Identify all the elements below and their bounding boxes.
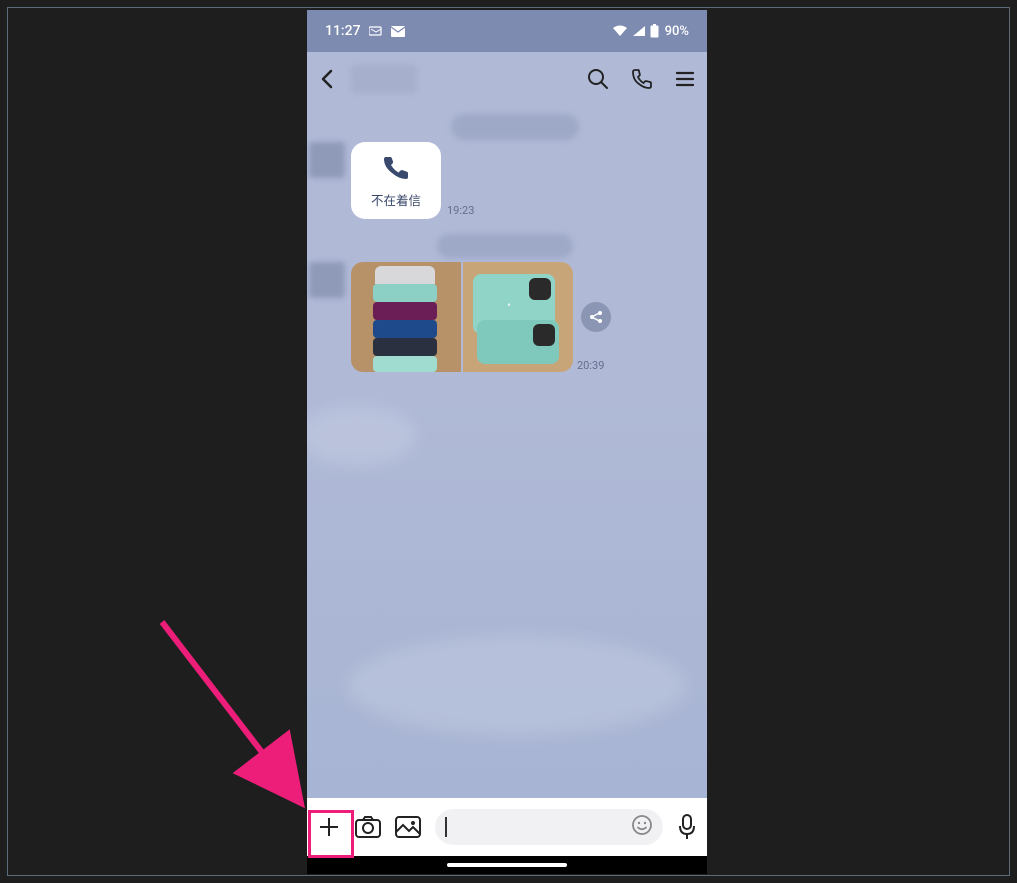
avatar-blurred[interactable] bbox=[309, 262, 345, 298]
share-icon bbox=[588, 309, 604, 325]
phone-screen: 11:27 90% 不在着信 19 bbox=[307, 10, 707, 874]
wifi-icon bbox=[612, 25, 628, 37]
status-time: 11:27 bbox=[325, 23, 361, 39]
call-icon[interactable] bbox=[631, 68, 653, 90]
missed-call-bubble[interactable]: 不在着信 bbox=[351, 142, 441, 219]
notification-icon bbox=[369, 25, 383, 37]
chat-header bbox=[307, 52, 707, 106]
sender-name-blurred bbox=[437, 234, 573, 258]
battery-percent: 90% bbox=[665, 24, 689, 39]
mic-button[interactable] bbox=[677, 814, 697, 840]
share-button[interactable] bbox=[581, 302, 611, 332]
cloud-decoration bbox=[307, 406, 417, 466]
photo-message-time: 20:39 bbox=[577, 359, 604, 372]
message-input[interactable] bbox=[435, 809, 663, 845]
smiley-icon bbox=[631, 814, 653, 836]
photo-thumbnail[interactable]: • bbox=[463, 262, 573, 372]
battery-icon bbox=[650, 24, 659, 38]
menu-icon[interactable] bbox=[675, 70, 695, 88]
text-cursor bbox=[445, 817, 447, 837]
search-icon[interactable] bbox=[587, 68, 609, 90]
gallery-button[interactable] bbox=[395, 816, 421, 838]
camera-icon bbox=[355, 816, 381, 838]
avatar-blurred[interactable] bbox=[309, 142, 345, 178]
emoji-button[interactable] bbox=[631, 814, 653, 840]
sender-name-blurred bbox=[451, 114, 579, 140]
input-bar bbox=[307, 798, 707, 856]
cloud-decoration bbox=[347, 636, 687, 736]
plus-button[interactable] bbox=[317, 815, 341, 839]
missed-call-label: 不在着信 bbox=[359, 190, 433, 209]
mic-icon bbox=[677, 814, 697, 840]
signal-icon bbox=[632, 25, 646, 37]
status-bar: 11:27 90% bbox=[307, 10, 707, 52]
nav-bar bbox=[307, 856, 707, 874]
photo-message[interactable]: • bbox=[351, 262, 573, 372]
back-icon[interactable] bbox=[319, 69, 337, 89]
phone-icon bbox=[381, 154, 411, 180]
plus-icon bbox=[317, 815, 341, 839]
chat-title-blurred bbox=[351, 65, 417, 93]
photo-thumbnail[interactable] bbox=[351, 262, 461, 372]
home-indicator[interactable] bbox=[447, 863, 567, 867]
mail-icon bbox=[391, 26, 405, 37]
missed-call-time: 19:23 bbox=[447, 204, 474, 217]
chat-body[interactable]: 不在着信 19:23 • bbox=[307, 106, 707, 798]
camera-button[interactable] bbox=[355, 816, 381, 838]
image-icon bbox=[395, 816, 421, 838]
